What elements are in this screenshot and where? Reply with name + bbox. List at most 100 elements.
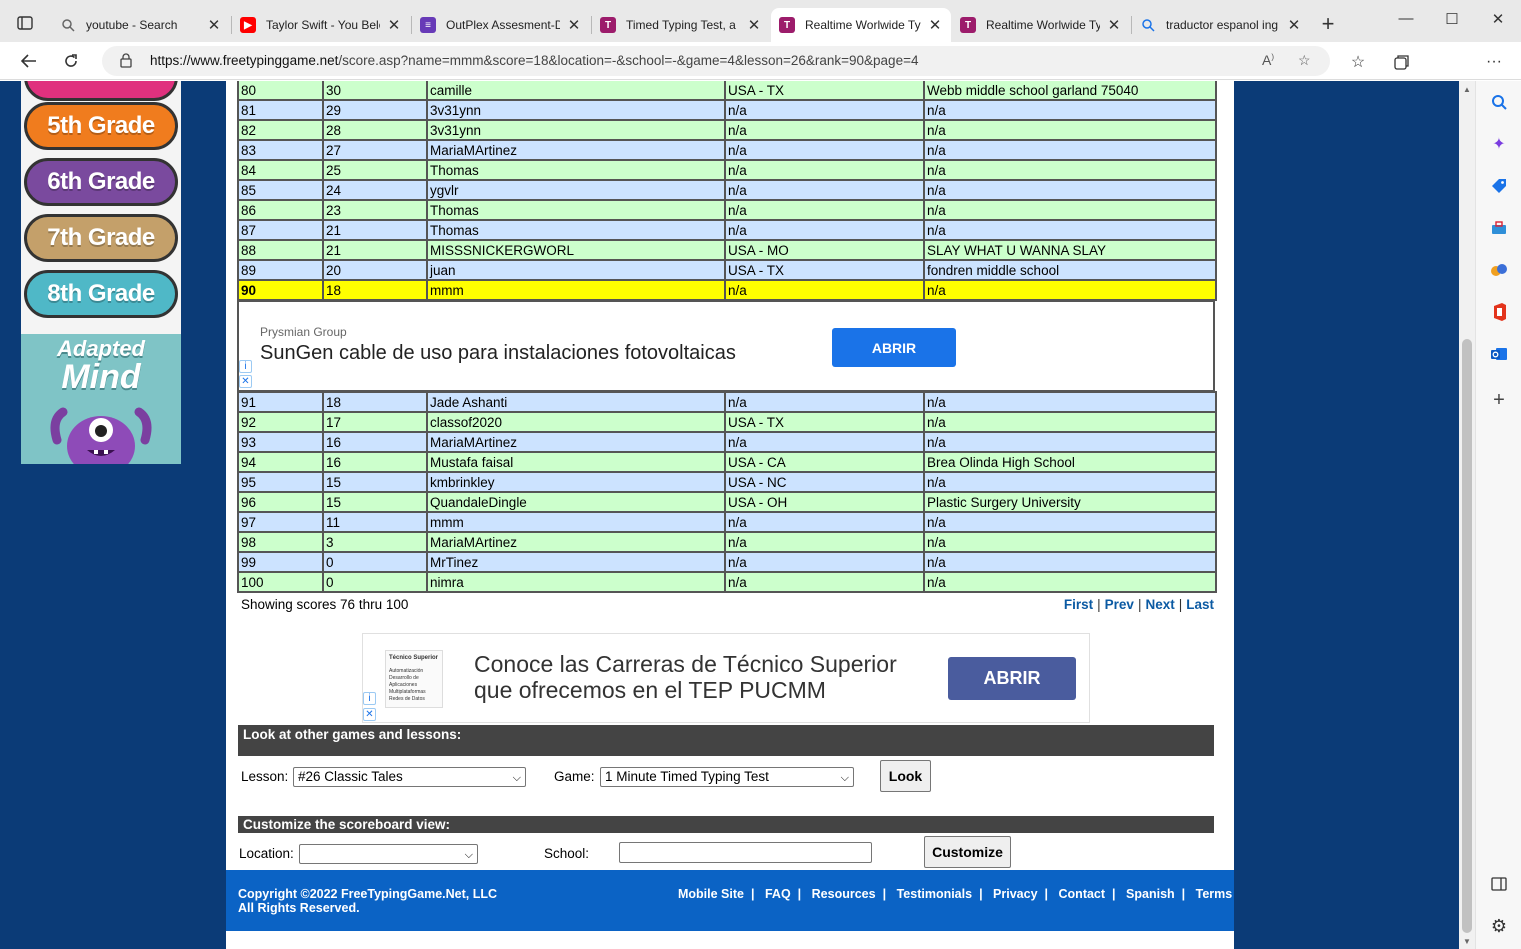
grade-6-button[interactable]: 6th Grade xyxy=(24,158,178,206)
footer-separator: | xyxy=(1044,887,1049,901)
scroll-down-arrow-icon[interactable]: ▼ xyxy=(1463,937,1471,946)
cell-score: 21 xyxy=(322,239,428,261)
ad-headline[interactable]: SunGen cable de uso para instalaciones f… xyxy=(260,342,736,365)
customize-section-title: Customize the scoreboard view: xyxy=(238,816,1214,833)
cell-rank: 99 xyxy=(237,551,324,573)
tab-taylor-swift[interactable]: ▶ Taylor Swift - You Belo ✕ xyxy=(232,8,410,42)
close-tab-icon[interactable]: ✕ xyxy=(206,16,222,34)
grade-button-partial[interactable] xyxy=(24,81,178,101)
close-tab-icon[interactable]: ✕ xyxy=(746,16,762,34)
maximize-button[interactable]: ☐ xyxy=(1432,10,1472,34)
customize-button[interactable]: Customize xyxy=(924,836,1011,868)
scroll-up-arrow-icon[interactable]: ▲ xyxy=(1463,85,1471,94)
footer-link-privacy[interactable]: Privacy xyxy=(993,887,1037,901)
close-tab-icon[interactable]: ✕ xyxy=(1106,16,1122,34)
prev-page-link[interactable]: Prev xyxy=(1105,597,1134,612)
cell-name: 3v31ynn xyxy=(426,119,726,141)
look-button[interactable]: Look xyxy=(880,760,931,792)
school-input[interactable] xyxy=(619,842,872,863)
adapted-mind-banner[interactable]: Adapted Mind xyxy=(21,334,181,464)
url-field[interactable]: https://www.freetypinggame.net/score.asp… xyxy=(102,46,1330,76)
tab-title: traductor espanol ing xyxy=(1166,18,1279,32)
next-page-link[interactable]: Next xyxy=(1145,597,1174,612)
tab-youtube-search[interactable]: youtube - Search ✕ xyxy=(52,8,230,42)
tab-realtime-2[interactable]: T Realtime Worlwide Ty ✕ xyxy=(952,8,1130,42)
footer-link-resources[interactable]: Resources xyxy=(812,887,876,901)
table-row: 93 16 MariaMArtinez n/a n/a xyxy=(237,431,1217,453)
tab-actions-button[interactable] xyxy=(8,8,42,38)
ad-info-icon[interactable]: i xyxy=(239,360,252,373)
table-row: 80 30 camille USA - TX Webb middle school ga… xyxy=(237,81,1217,101)
cell-rank: 87 xyxy=(237,219,324,241)
cell-score: 27 xyxy=(322,139,428,161)
lesson-select[interactable]: #26 Classic Tales ⌵ xyxy=(293,767,526,787)
back-button[interactable] xyxy=(14,47,44,75)
close-tab-icon[interactable]: ✕ xyxy=(566,16,582,34)
ad-close-icon[interactable]: ✕ xyxy=(239,375,252,388)
add-favorite-icon[interactable]: ☆ xyxy=(1298,52,1311,69)
outlook-icon[interactable] xyxy=(1488,343,1510,365)
cell-name: kmbrinkley xyxy=(426,471,726,493)
new-tab-button[interactable]: + xyxy=(1314,10,1342,38)
banner-ad-headline[interactable]: Conoce las Carreras de Técnico Superior … xyxy=(474,651,934,703)
tab-realtime-active[interactable]: T Realtime Worlwide Ty ✕ xyxy=(771,8,951,42)
refresh-button[interactable] xyxy=(56,47,86,75)
footer-link-faq[interactable]: FAQ xyxy=(765,887,791,901)
office-icon[interactable] xyxy=(1488,301,1510,323)
close-tab-icon[interactable]: ✕ xyxy=(386,16,402,34)
favorites-icon[interactable]: ☆ xyxy=(1347,51,1369,73)
footer: Copyright ©2022 FreeTypingGame.Net, LLC … xyxy=(226,870,1234,931)
banner-ad[interactable]: Técnico Superior Automatización Desarrol… xyxy=(362,633,1090,723)
inline-ad[interactable]: Prysmian Group SunGen cable de uso para … xyxy=(239,302,967,390)
footer-link-spanish[interactable]: Spanish xyxy=(1126,887,1175,901)
cell-rank: 80 xyxy=(237,81,324,101)
location-select[interactable]: ⌵ xyxy=(299,844,478,864)
cell-rank: 82 xyxy=(237,119,324,141)
table-row: 96 15 QuandaleDingle USA - OH Plastic Surger… xyxy=(237,491,1217,513)
footer-link-contact[interactable]: Contact xyxy=(1059,887,1106,901)
scrollbar-thumb[interactable] xyxy=(1462,339,1472,933)
collections-icon[interactable] xyxy=(1391,51,1413,73)
ad-close-icon[interactable]: ✕ xyxy=(363,708,376,721)
search-icon xyxy=(60,17,76,33)
cell-score: 25 xyxy=(322,159,428,181)
footer-link-terms[interactable]: Terms xyxy=(1196,887,1233,901)
game-select[interactable]: 1 Minute Timed Typing Test ⌵ xyxy=(600,767,854,787)
minimize-button[interactable]: — xyxy=(1386,10,1426,34)
cell-location: USA - MO xyxy=(724,239,925,261)
close-tab-icon[interactable]: ✕ xyxy=(1286,16,1302,34)
footer-link-mobile-site[interactable]: Mobile Site xyxy=(678,887,744,901)
tab-timed-typing[interactable]: T Timed Typing Test, a ✕ xyxy=(592,8,770,42)
close-window-button[interactable]: ✕ xyxy=(1478,10,1518,34)
read-aloud-icon[interactable]: A) xyxy=(1262,52,1274,68)
copilot-sparkle-icon[interactable]: ✦ xyxy=(1488,133,1510,155)
footer-separator: | xyxy=(882,887,887,901)
cell-rank: 89 xyxy=(237,259,324,281)
first-page-link[interactable]: First xyxy=(1064,597,1093,612)
tools-briefcase-icon[interactable] xyxy=(1488,217,1510,239)
more-menu-icon[interactable]: ··· xyxy=(1483,51,1505,73)
grade-8-button[interactable]: 8th Grade xyxy=(24,270,178,318)
tab-traductor[interactable]: traductor espanol ing ✕ xyxy=(1132,8,1310,42)
add-sidebar-app-icon[interactable]: + xyxy=(1488,389,1510,411)
close-tab-icon[interactable]: ✕ xyxy=(927,16,943,34)
last-page-link[interactable]: Last xyxy=(1186,597,1214,612)
settings-gear-icon[interactable]: ⚙ xyxy=(1488,915,1510,937)
cell-rank: 92 xyxy=(237,411,324,433)
banner-ad-open-button[interactable]: ABRIR xyxy=(948,657,1076,700)
cell-score: 30 xyxy=(322,81,428,101)
main-content: 80 30 camille USA - TX Webb middle school ga… xyxy=(226,81,1234,949)
hide-sidebar-icon[interactable] xyxy=(1488,873,1510,895)
search-icon[interactable] xyxy=(1488,91,1510,113)
shopping-tag-icon[interactable] xyxy=(1488,175,1510,197)
games-icon[interactable] xyxy=(1488,259,1510,281)
grade-7-button[interactable]: 7th Grade xyxy=(24,214,178,262)
cell-school: n/a xyxy=(923,159,1217,181)
sidebar-ad[interactable]: 5th Grade 6th Grade 7th Grade 8th Grade … xyxy=(21,81,181,464)
page-scrollbar[interactable]: ▲ ▼ xyxy=(1459,81,1475,949)
ad-info-icon[interactable]: i xyxy=(363,692,376,705)
ad-open-button[interactable]: ABRIR xyxy=(832,328,956,367)
tab-outplex[interactable]: ≡ OutPlex Assesment-D ✕ xyxy=(412,8,590,42)
grade-5-button[interactable]: 5th Grade xyxy=(24,102,178,150)
footer-link-testimonials[interactable]: Testimonials xyxy=(897,887,972,901)
